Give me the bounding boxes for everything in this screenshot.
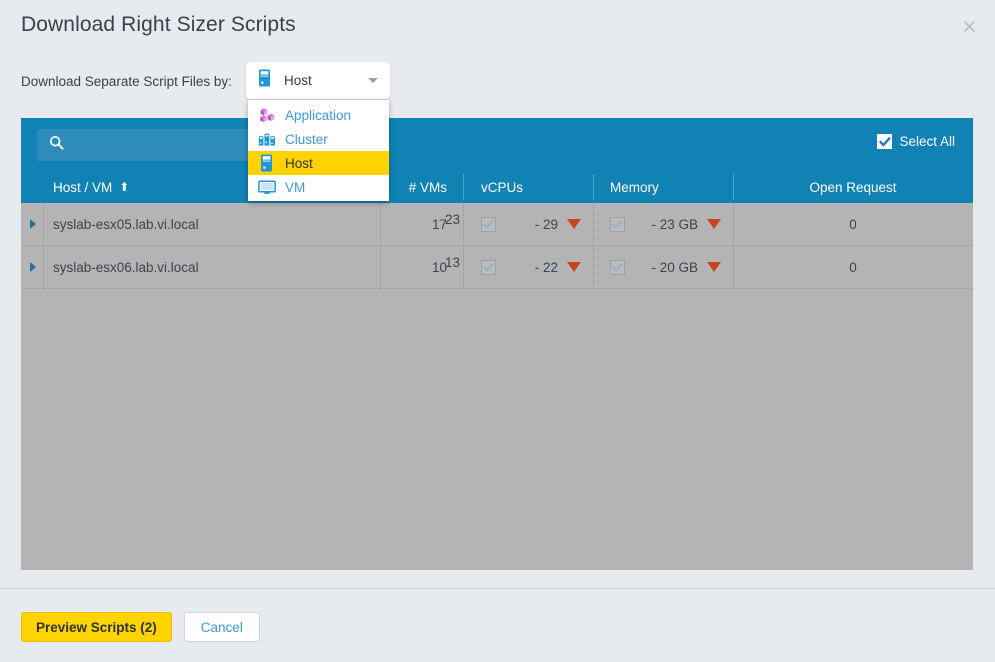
dropdown-option-cluster[interactable]: Cluster bbox=[248, 127, 389, 151]
group-by-selected-value: Host bbox=[284, 73, 312, 88]
dropdown-option-label: Application bbox=[285, 107, 352, 123]
row-memory-cell: - 23 GB bbox=[593, 202, 733, 246]
row-vcpus-delta: - 29 bbox=[534, 216, 558, 232]
close-icon[interactable] bbox=[955, 12, 983, 40]
row-vcpus-delta: - 22 bbox=[534, 259, 558, 275]
table-header: Select All Host / VM ⬆ # VMs vCPUs Memor… bbox=[21, 118, 973, 203]
search-icon bbox=[49, 135, 64, 155]
download-separate-by-row: Download Separate Script Files by: bbox=[21, 65, 232, 97]
select-all-label: Select All bbox=[899, 134, 955, 149]
expand-arrow-icon[interactable] bbox=[30, 262, 36, 272]
column-header-memory[interactable]: Memory bbox=[593, 174, 733, 200]
row-vcpus-checkbox[interactable] bbox=[481, 216, 496, 232]
row-memory-delta: - 20 GB bbox=[651, 259, 698, 275]
row-open-request: 0 bbox=[733, 245, 973, 289]
table-column-headers: Host / VM ⬆ # VMs vCPUs Memory Open Requ… bbox=[21, 171, 973, 203]
sort-ascending-icon: ⬆ bbox=[119, 180, 130, 194]
chevron-down-icon[interactable] bbox=[368, 78, 378, 83]
application-icon bbox=[258, 106, 276, 124]
page-title: Download Right Sizer Scripts bbox=[21, 13, 296, 36]
row-vcpu-count: 13 bbox=[444, 255, 460, 270]
column-header-open-request[interactable]: Open Request bbox=[733, 174, 973, 200]
dropdown-option-vm[interactable]: VM bbox=[248, 175, 389, 199]
hosts-table: Select All Host / VM ⬆ # VMs vCPUs Memor… bbox=[21, 118, 973, 570]
table-body: syslab-esx05.lab.vi.local 17 - 29 - 23 G… bbox=[21, 202, 973, 570]
trend-down-icon bbox=[567, 262, 581, 272]
trend-down-icon bbox=[707, 219, 721, 229]
trend-down-icon bbox=[707, 262, 721, 272]
trend-down-icon bbox=[567, 219, 581, 229]
row-memory-checkbox[interactable] bbox=[610, 216, 625, 232]
row-memory-cell: - 20 GB bbox=[593, 245, 733, 289]
download-right-sizer-scripts-dialog: Download Right Sizer Scripts Download Se… bbox=[0, 0, 995, 662]
dropdown-option-label: Cluster bbox=[285, 131, 328, 147]
cancel-button[interactable]: Cancel bbox=[183, 612, 260, 642]
expand-arrow-icon[interactable] bbox=[30, 219, 36, 229]
group-by-dropdown-trigger[interactable]: Host bbox=[246, 62, 390, 99]
row-memory-checkbox[interactable] bbox=[610, 259, 625, 275]
row-host-name: syslab-esx05.lab.vi.local bbox=[43, 202, 380, 246]
row-vcpu-count: 23 bbox=[444, 212, 460, 227]
host-icon bbox=[258, 69, 272, 92]
footer-divider bbox=[0, 588, 995, 589]
column-header-vms[interactable]: # VMs bbox=[380, 174, 463, 200]
group-by-dropdown-menu[interactable]: Application Cluster Host VM bbox=[248, 100, 389, 201]
cluster-icon bbox=[258, 130, 276, 148]
row-memory-delta: - 23 GB bbox=[651, 216, 698, 232]
dropdown-option-application[interactable]: Application bbox=[248, 103, 389, 127]
checkbox-checked-icon bbox=[877, 134, 893, 149]
table-row[interactable]: syslab-esx06.lab.vi.local 10 - 22 - 20 G… bbox=[21, 245, 973, 289]
vm-icon bbox=[258, 178, 276, 196]
preview-scripts-button[interactable]: Preview Scripts (2) bbox=[21, 612, 172, 642]
selector-label: Download Separate Script Files by: bbox=[21, 73, 232, 89]
group-by-dropdown[interactable]: Host Application Cluster Host VM bbox=[246, 62, 390, 201]
row-vcpus-checkbox[interactable] bbox=[481, 259, 496, 275]
column-header-vcpus[interactable]: vCPUs bbox=[463, 174, 593, 200]
dropdown-option-host[interactable]: Host bbox=[248, 151, 389, 175]
row-expand-toggle[interactable] bbox=[21, 246, 43, 289]
table-row[interactable]: syslab-esx05.lab.vi.local 17 - 29 - 23 G… bbox=[21, 202, 973, 246]
row-expand-toggle[interactable] bbox=[21, 203, 43, 246]
dropdown-option-label: Host bbox=[285, 155, 313, 171]
dialog-footer: Preview Scripts (2) Cancel bbox=[21, 612, 260, 642]
column-header-expand bbox=[21, 177, 43, 197]
dropdown-option-label: VM bbox=[285, 179, 306, 195]
row-vcpus-cell: - 22 bbox=[463, 245, 593, 289]
row-host-name: syslab-esx06.lab.vi.local bbox=[43, 245, 380, 289]
row-vcpus-cell: - 29 bbox=[463, 202, 593, 246]
row-open-request: 0 bbox=[733, 202, 973, 246]
select-all-checkbox[interactable]: Select All bbox=[877, 134, 955, 149]
host-icon bbox=[258, 154, 276, 172]
